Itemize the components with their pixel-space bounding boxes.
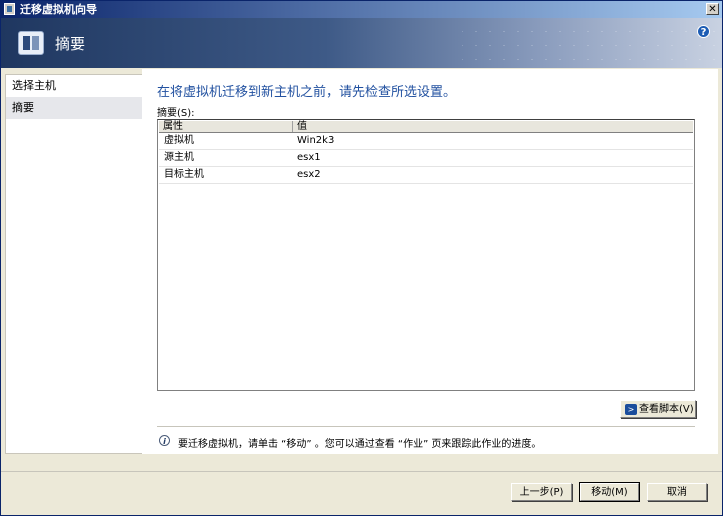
help-icon[interactable]: ? xyxy=(697,25,710,38)
move-button[interactable]: 移动(M) xyxy=(579,482,640,502)
table-row[interactable]: 虚拟机 Win2k3 xyxy=(159,133,693,150)
row-value: esx2 xyxy=(297,169,321,180)
summary-list[interactable]: 属性 值 虚拟机 Win2k3 源主机 esx1 目标主机 esx2 xyxy=(157,119,695,391)
page-title: 摘要 xyxy=(55,35,86,53)
powershell-icon: > xyxy=(625,404,637,415)
cancel-button[interactable]: 取消 xyxy=(647,483,707,501)
wizard-steps-pane: 选择主机 摘要 xyxy=(5,74,143,454)
info-text: 要迁移虚拟机，请单击 “移动” 。您可以通过查看 “作业” 页来跟踪此作业的进度… xyxy=(178,439,542,450)
divider xyxy=(157,426,695,427)
back-button[interactable]: 上一步(P) xyxy=(511,483,572,501)
wizard-header: 摘要 ? xyxy=(1,18,722,68)
footer-divider xyxy=(1,471,722,472)
info-icon: i xyxy=(159,435,170,446)
column-header-value[interactable]: 值 xyxy=(293,121,307,132)
row-property: 虚拟机 xyxy=(164,135,194,146)
wizard-header-icon xyxy=(18,31,44,55)
list-header: 属性 值 xyxy=(159,121,693,133)
window-title: 迁移虚拟机向导 xyxy=(20,3,97,16)
row-property: 目标主机 xyxy=(164,169,204,180)
summary-label: 摘要(S): xyxy=(157,108,195,119)
view-script-label: 查看脚本(V) xyxy=(639,404,694,415)
intro-text: 在将虚拟机迁移到新主机之前，请先检查所选设置。 xyxy=(157,85,457,100)
row-value: esx1 xyxy=(297,152,321,163)
column-header-property[interactable]: 属性 xyxy=(159,121,293,132)
nav-item-select-host[interactable]: 选择主机 xyxy=(6,75,142,97)
table-row[interactable]: 源主机 esx1 xyxy=(159,150,693,167)
header-decoration xyxy=(462,18,722,68)
title-bar[interactable]: 迁移虚拟机向导 ✕ xyxy=(1,1,722,18)
close-icon[interactable]: ✕ xyxy=(706,3,719,15)
content-pane: 在将虚拟机迁移到新主机之前，请先检查所选设置。 摘要(S): 属性 值 虚拟机 … xyxy=(142,69,718,454)
row-value: Win2k3 xyxy=(297,135,335,146)
row-property: 源主机 xyxy=(164,152,194,163)
wizard-window: 迁移虚拟机向导 ✕ 摘要 ? 选择主机 摘要 在将虚拟机迁移到新主机之前，请先检… xyxy=(0,0,723,516)
table-row[interactable]: 目标主机 esx2 xyxy=(159,167,693,184)
nav-item-summary[interactable]: 摘要 xyxy=(6,97,142,119)
app-icon xyxy=(4,3,15,15)
view-script-button[interactable]: > 查看脚本(V) xyxy=(620,400,696,418)
